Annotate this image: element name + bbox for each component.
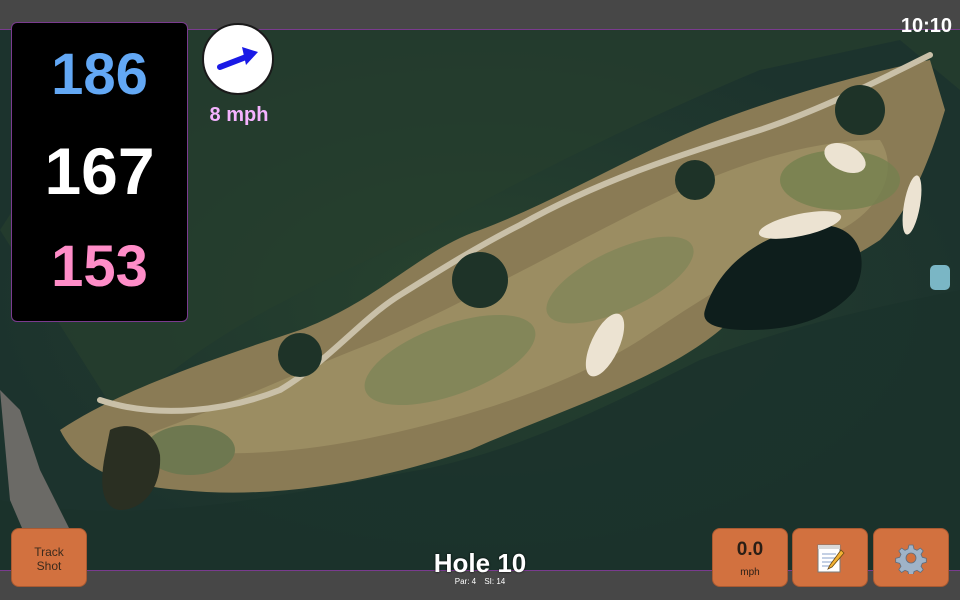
wind-speed: 8 mph bbox=[209, 104, 269, 126]
hole-stroke-index: SI: 14 bbox=[484, 577, 506, 586]
settings-button[interactable] bbox=[873, 528, 949, 587]
hole-title: Hole 10 bbox=[433, 548, 527, 578]
track-shot-label-line1: Track bbox=[34, 545, 64, 559]
hole-meta: Par: 4 SI: 14 bbox=[380, 577, 580, 587]
hole-par: Par: 4 bbox=[454, 577, 477, 586]
status-clock: 10:10 bbox=[900, 15, 952, 37]
speed-value: 0.0 bbox=[736, 539, 764, 560]
speed-button[interactable]: 0.0 mph bbox=[712, 528, 788, 587]
back-yardage: 186 bbox=[51, 42, 148, 107]
notepad-icon bbox=[817, 544, 845, 572]
middle-yardage: 167 bbox=[44, 134, 155, 208]
app-screen: 10:10 186 167 153 8 mph Track Shot Hole … bbox=[0, 0, 960, 600]
track-shot-button[interactable]: Track Shot bbox=[11, 528, 87, 587]
front-yardage: 153 bbox=[51, 234, 148, 299]
notes-button[interactable] bbox=[792, 528, 868, 587]
gear-icon bbox=[895, 544, 927, 574]
track-shot-label-line2: Shot bbox=[36, 559, 62, 573]
yardage-panel: 186 167 153 bbox=[11, 22, 188, 322]
speed-unit: mph bbox=[740, 567, 760, 578]
wind-indicator bbox=[202, 23, 274, 95]
wind-direction-arrow-icon bbox=[217, 47, 258, 70]
